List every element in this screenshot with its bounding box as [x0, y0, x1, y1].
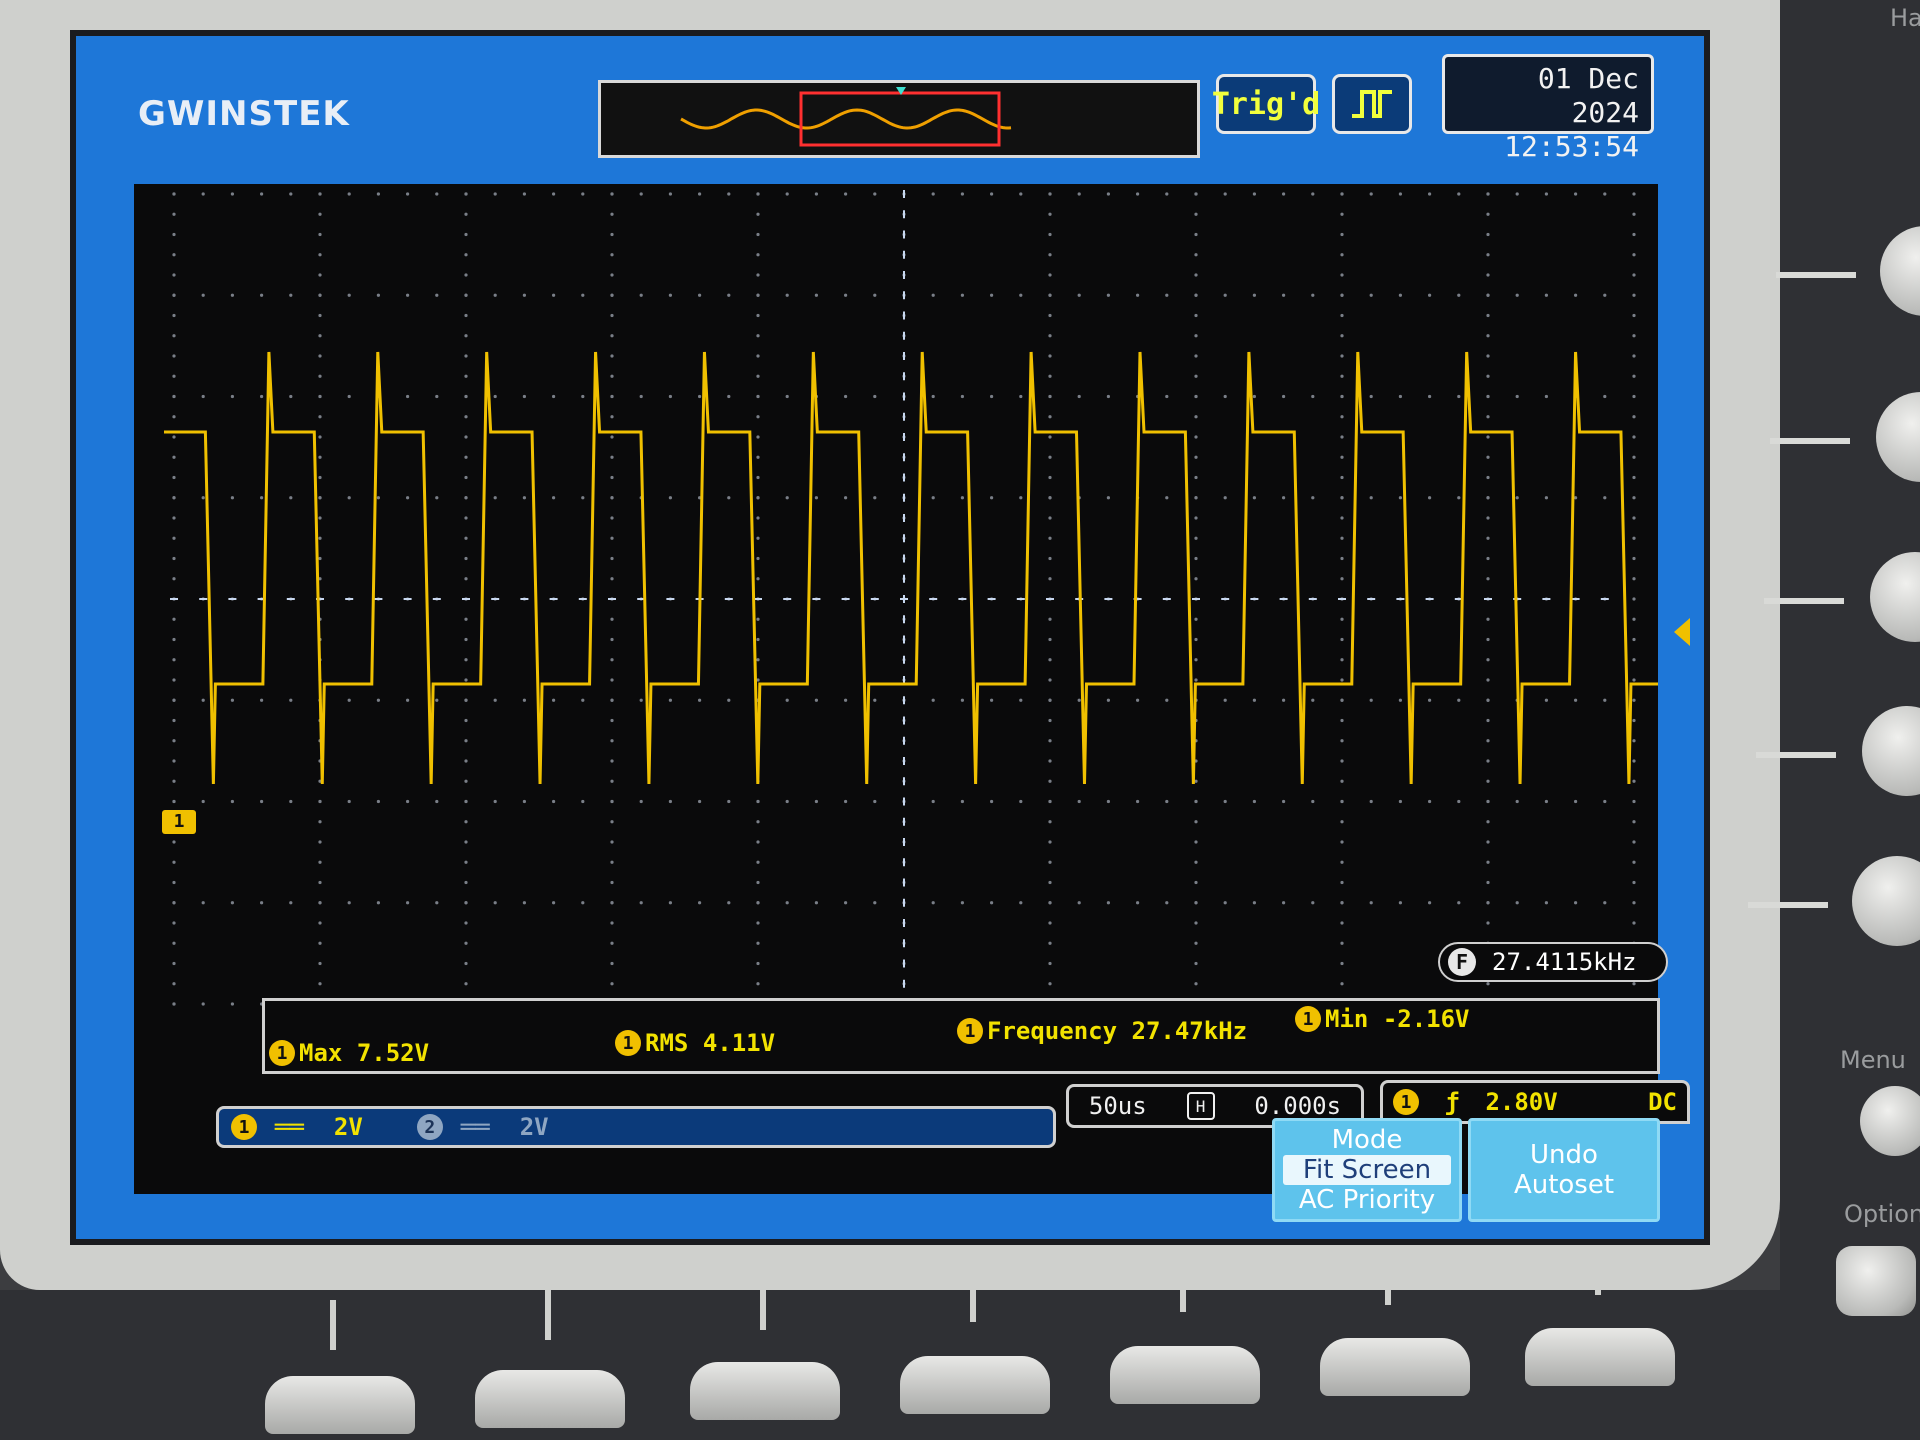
measurement-label: RMS [645, 1029, 689, 1057]
side-key-line-2 [1770, 438, 1850, 444]
ch1-badge: 1 [957, 1018, 983, 1044]
bottom-tick-3 [760, 1280, 766, 1330]
bottom-softkey-6[interactable] [1320, 1338, 1470, 1396]
bottom-softkey-4[interactable] [900, 1356, 1050, 1414]
measurement-value: 27.47kHz [1131, 1017, 1248, 1045]
trigger-status: Trig'd [1212, 74, 1320, 134]
softkey-title: Mode [1331, 1125, 1403, 1155]
measurement-bar: 1 Max 7.52V 1 RMS 4.11V 1 Frequency 27.4… [262, 998, 1660, 1074]
bottom-softkey-3[interactable] [690, 1362, 840, 1420]
scope-display: GWINSTEK Trig'd 01 Dec 2024 12:53:54 1 F… [70, 30, 1710, 1245]
frequency-icon: F [1448, 948, 1476, 976]
horizontal-icon: H [1186, 1092, 1215, 1120]
bottom-tick-5 [1180, 1262, 1186, 1312]
acquire-mode-indicator [1332, 74, 1412, 134]
menu-label: Menu [1840, 1046, 1906, 1074]
menu-knob[interactable] [1860, 1086, 1920, 1156]
softkey-title: Undo [1530, 1140, 1598, 1170]
horizontal-position-value: 0.000s [1254, 1092, 1342, 1120]
ch1-waveform [164, 351, 1658, 785]
option-button[interactable] [1836, 1246, 1916, 1316]
bottom-softkey-5[interactable] [1110, 1346, 1260, 1404]
bottom-softkey-2[interactable] [475, 1370, 625, 1428]
corner-label: Ha [1890, 4, 1920, 32]
bottom-tick-4 [970, 1272, 976, 1322]
ch2-badge[interactable]: 2 [416, 1114, 443, 1140]
ch2-scale: 2V [519, 1113, 549, 1141]
trigger-coupling: DC [1648, 1088, 1677, 1116]
measurement-rms: 1 RMS 4.11V [615, 1029, 775, 1057]
date-time: 01 Dec 2024 12:53:54 [1442, 54, 1654, 163]
timebase-value: 50us [1088, 1092, 1147, 1120]
ch1-coupling-icon: ══ [275, 1113, 304, 1141]
frequency-counter-value: 27.4115kHz [1492, 948, 1637, 976]
ch2-coupling-icon: ══ [460, 1113, 490, 1141]
overview-waveform [680, 87, 1012, 147]
measurement-label: Min [1325, 1005, 1369, 1033]
bottom-tick-6 [1385, 1255, 1391, 1305]
side-key-line-5 [1748, 902, 1828, 908]
frequency-counter: F 27.4115kHz [1438, 942, 1668, 982]
side-key-line-4 [1756, 752, 1836, 758]
side-key-line-1 [1776, 272, 1856, 278]
ch1-badge: 1 [615, 1030, 641, 1056]
bottom-softkey-7[interactable] [1525, 1328, 1675, 1386]
measurement-frequency: 1 Frequency 27.47kHz [957, 1017, 1247, 1045]
ch1-badge[interactable]: 1 [231, 1114, 257, 1140]
softkey-option-fit-screen: Fit Screen [1283, 1155, 1451, 1185]
trigger-source-badge: 1 [1393, 1089, 1419, 1115]
bottom-tick-7 [1595, 1245, 1601, 1295]
measurement-max: 1 Max 7.52V [269, 1039, 429, 1067]
softkey-option-ac-priority: AC Priority [1298, 1185, 1436, 1215]
ch1-badge: 1 [269, 1040, 295, 1066]
time-text: 12:53:54 [1504, 130, 1639, 163]
trigger-level-value: 2.80V [1485, 1088, 1558, 1116]
trigger-level-marker[interactable] [1674, 618, 1690, 646]
measurement-min: 1 Min -2.16V [1295, 1005, 1470, 1033]
measurement-value: 7.52V [356, 1039, 430, 1067]
undo-autoset-softkey[interactable]: Undo Autoset [1468, 1118, 1660, 1222]
bottom-tick-1 [330, 1300, 336, 1350]
mode-softkey[interactable]: Mode Fit Screen AC Priority [1272, 1118, 1462, 1222]
measurement-label: Max [299, 1039, 343, 1067]
option-label: Option [1844, 1200, 1920, 1228]
ch1-badge: 1 [1295, 1006, 1321, 1032]
side-key-line-3 [1764, 598, 1844, 604]
pulse-icon [1352, 90, 1392, 118]
softkey-subtitle: Autoset [1513, 1170, 1615, 1200]
channel-status-bar: 1 ══ 2V 2 ══ 2V [216, 1106, 1056, 1148]
measurement-value: 4.11V [702, 1029, 776, 1057]
ch1-ground-marker[interactable]: 1 [162, 810, 196, 834]
waveform-overview [598, 80, 1200, 158]
ch1-scale: 2V [333, 1113, 363, 1141]
brand-logo: GWINSTEK [138, 94, 350, 134]
rising-edge-icon: ƒ [1445, 1088, 1460, 1116]
measurement-label: Frequency [987, 1017, 1118, 1045]
overview-trace [680, 108, 1012, 130]
measurement-value: -2.16V [1382, 1005, 1470, 1033]
graticule [170, 190, 1636, 1008]
bottom-softkey-1[interactable] [265, 1376, 415, 1434]
bottom-tick-2 [545, 1290, 551, 1340]
date-text: 01 Dec 2024 [1537, 62, 1639, 129]
